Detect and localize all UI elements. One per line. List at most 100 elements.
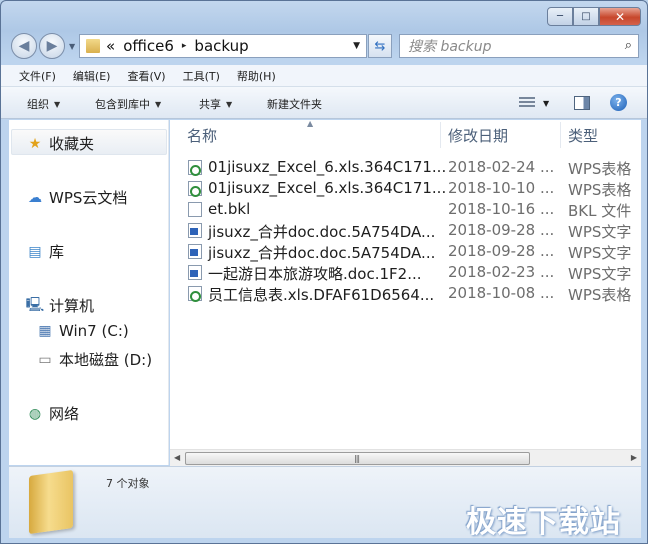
file-list: ▲ 名称 修改日期 类型 01jisuxz_Excel_6.xls.364C17… [170,119,641,465]
caption-buttons: ─ □ ✕ [547,7,641,26]
network-icon: ◍ [28,405,42,422]
organize-label: 组织 [27,98,49,111]
views-icon [519,97,535,109]
maximize-button[interactable]: □ [573,7,599,26]
share-button[interactable]: 共享 ▼ [199,96,232,112]
file-date: 2018-02-24 ... [448,158,555,176]
organize-button[interactable]: 组织 ▼ [27,96,60,112]
file-name: jisuxz_合并doc.doc.5A754DA... [208,223,436,241]
help-button[interactable]: ? [610,94,627,111]
folder-icon [86,39,100,53]
file-row[interactable]: 一起游日本旅游攻略.doc.1F2... 2018-02-23 ... WPS文… [170,262,641,283]
item-count: 7 个对象 [106,477,150,490]
menu-help[interactable]: 帮助(H) [237,68,276,84]
file-row[interactable]: jisuxz_合并doc.doc.5A754DA... 2018-09-28 .… [170,220,641,241]
crumb-office6[interactable]: office6 [123,37,174,55]
nav-drive-d-label: 本地磁盘 (D:) [59,351,153,369]
windows-drive-icon: ▦ [38,323,52,339]
change-view-button[interactable]: ▼ [519,97,549,109]
file-type: WPS表格 [568,286,632,304]
explorer-window: ─ □ ✕ ◀ ▶ ▼ « office6 ▸ backup ▼ ⇆ 搜索 ba… [0,0,648,544]
file-row[interactable]: 01jisuxz_Excel_6.xls.364C171... 2018-02-… [170,157,641,178]
file-type: WPS表格 [568,160,632,178]
chevron-down-icon: ▼ [155,99,162,109]
folder-icon [29,469,73,535]
search-input[interactable]: 搜索 backup ⌕ [399,34,639,58]
back-arrow-icon: ◀ [18,38,30,54]
menu-tools[interactable]: 工具(T) [183,68,220,84]
back-button[interactable]: ◀ [11,33,37,59]
file-row[interactable]: 01jisuxz_Excel_6.xls.364C171... 2018-10-… [170,178,641,199]
forward-button[interactable]: ▶ [39,33,65,59]
chevron-down-icon: ▼ [226,99,233,109]
navigation-buttons: ◀ ▶ ▼ [11,33,75,59]
doc-icon [188,223,202,238]
file-date: 2018-02-23 ... [448,263,555,281]
command-bar: 组织 ▼ 包含到库中 ▼ 共享 ▼ 新建文件夹 ▼ ? [1,87,647,119]
minimize-button[interactable]: ─ [547,7,573,26]
crumb-backup[interactable]: backup [194,37,248,55]
computer-icon: 🖳 [25,296,45,313]
nav-computer[interactable]: 🖳 计算机 [25,295,95,316]
file-date: 2018-09-28 ... [448,221,555,239]
file-date: 2018-10-10 ... [448,179,555,197]
new-folder-button[interactable]: 新建文件夹 [267,96,322,112]
file-date: 2018-10-08 ... [448,284,555,302]
refresh-button[interactable]: ⇆ [368,34,392,58]
file-name: et.bkl [208,200,251,218]
search-icon[interactable]: ⌕ [625,38,632,53]
preview-pane-button[interactable] [574,96,590,110]
include-in-library-button[interactable]: 包含到库中 ▼ [95,96,161,112]
cloud-icon: ☁ [28,189,42,206]
nav-libraries[interactable]: ▤ 库 [27,241,64,262]
forward-arrow-icon: ▶ [46,38,58,54]
include-in-library-label: 包含到库中 [95,98,150,111]
file-date: 2018-09-28 ... [448,242,555,260]
scroll-left-icon[interactable]: ◀ [174,453,180,462]
scroll-right-icon[interactable]: ▶ [631,453,637,462]
column-header-date[interactable]: 修改日期 [448,125,508,146]
column-divider[interactable] [440,122,441,148]
column-divider[interactable] [560,122,561,148]
doc-icon [188,244,202,259]
column-header-type[interactable]: 类型 [568,125,598,146]
column-header-name[interactable]: 名称 [187,125,217,146]
details-pane: 7 个对象 极速下载站 [9,466,641,540]
watermark-logo: 极速下载站 [466,505,621,540]
search-placeholder: 搜索 backup [408,39,492,55]
scrollbar-thumb[interactable]: ||| [185,452,530,465]
address-dropdown-icon[interactable]: ▼ [353,41,360,51]
file-type: WPS文字 [568,265,632,283]
address-overflow-chevron[interactable]: « [106,37,115,55]
nav-drive-d[interactable]: ▭ 本地磁盘 (D:) [37,349,152,370]
nav-favorites[interactable]: ★ 收藏夹 [27,133,94,154]
menu-file[interactable]: 文件(F) [19,68,56,84]
file-type: WPS文字 [568,244,632,262]
preview-pane-icon [574,96,590,110]
nav-network[interactable]: ◍ 网络 [27,403,79,424]
nav-network-label: 网络 [49,405,80,423]
file-name: 01jisuxz_Excel_6.xls.364C171... [208,158,447,176]
recent-pages-dropdown-icon[interactable]: ▼ [69,42,75,51]
close-button[interactable]: ✕ [599,7,641,26]
file-row[interactable]: et.bkl 2018-10-16 ... BKL 文件 [170,199,641,220]
horizontal-scrollbar[interactable]: ◀ ||| ▶ [170,449,641,466]
grip-icon: ||| [354,454,360,463]
file-icon [188,202,202,217]
nav-wps-cloud-label: WPS云文档 [49,189,128,207]
nav-wps-cloud[interactable]: ☁ WPS云文档 [27,187,127,208]
file-name: 员工信息表.xls.DFAF61D6564... [208,286,435,304]
file-row[interactable]: jisuxz_合并doc.doc.5A754DA... 2018-09-28 .… [170,241,641,262]
file-row[interactable]: 员工信息表.xls.DFAF61D6564... 2018-10-08 ... … [170,283,641,304]
menu-edit[interactable]: 编辑(E) [73,68,111,84]
share-label: 共享 [199,98,221,111]
nav-drive-c[interactable]: ▦ Win7 (C:) [37,322,128,340]
star-icon: ★ [28,135,42,152]
address-bar[interactable]: « office6 ▸ backup ▼ [79,34,367,58]
file-name: 01jisuxz_Excel_6.xls.364C171... [208,179,447,197]
menu-view[interactable]: 查看(V) [127,68,165,84]
crumb-separator-icon[interactable]: ▸ [182,41,187,51]
refresh-icon: ⇆ [374,38,386,54]
xls-icon [188,286,202,302]
nav-computer-label: 计算机 [49,297,95,315]
